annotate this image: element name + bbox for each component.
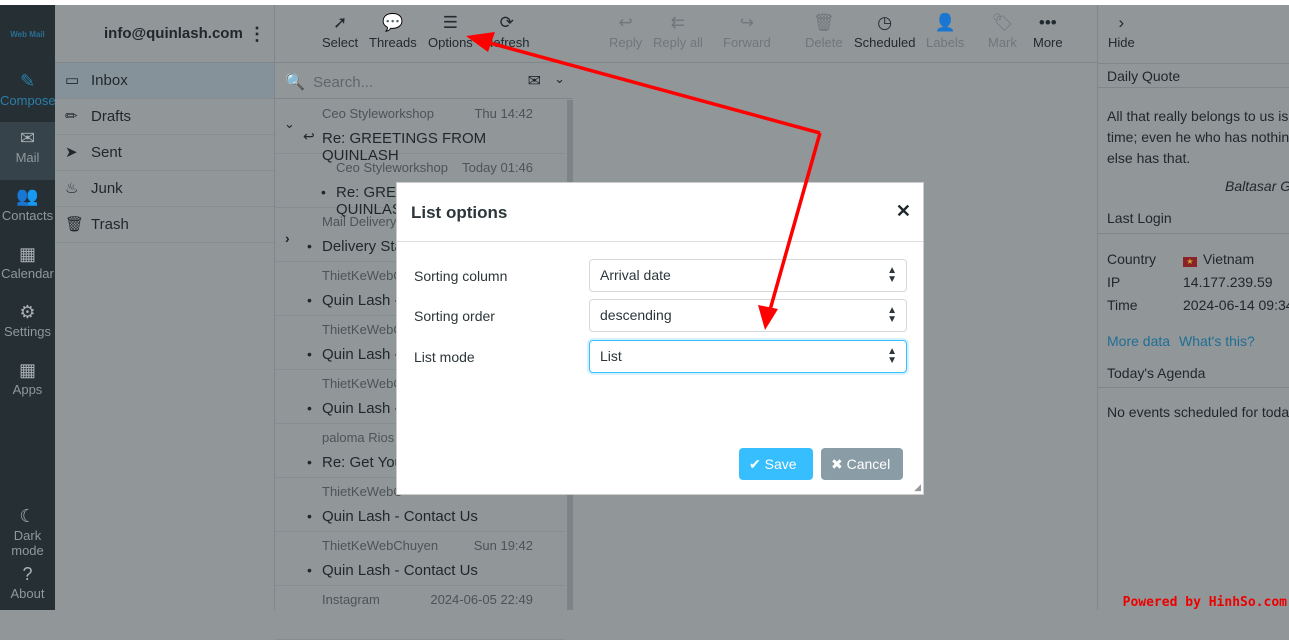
arrowhead	[466, 32, 495, 52]
arrow-to-list-mode	[768, 132, 822, 311]
arrow-to-options	[489, 41, 821, 135]
watermark: Powered by HinhSo.com	[1122, 595, 1287, 610]
annotation-arrows	[466, 32, 822, 330]
arrowhead	[758, 305, 778, 330]
